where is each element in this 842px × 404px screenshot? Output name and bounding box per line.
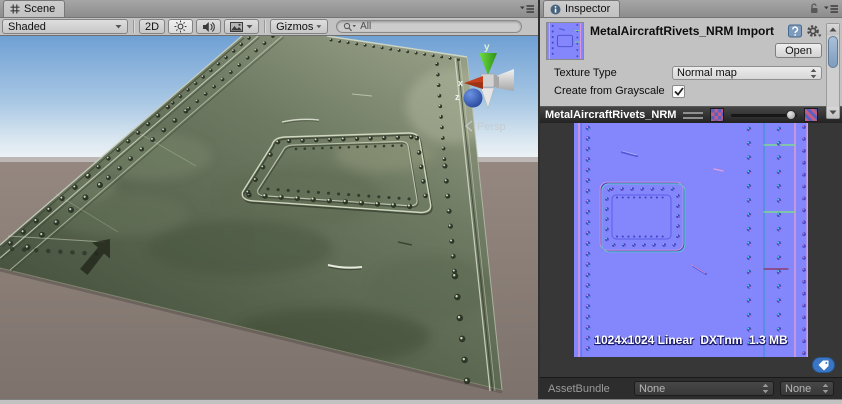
gizmos-dropdown[interactable]: Gizmos — [270, 19, 329, 34]
help-icon[interactable] — [788, 24, 802, 38]
import-settings-rows: Texture Type Normal map Create from Gray… — [540, 62, 842, 106]
asset-label-button[interactable] — [812, 357, 835, 373]
scene-3d-render: y x z Persp — [0, 36, 538, 399]
rgb-channels-icon[interactable] — [710, 108, 725, 122]
texture-type-value: Normal map — [677, 67, 737, 79]
scene-panel-menu-icon[interactable] — [520, 4, 534, 14]
grayscale-label: Create from Grayscale — [554, 85, 665, 97]
scrollbar-up-button[interactable] — [827, 24, 839, 35]
scene-panel: Scene Shaded 2D Gizmos All y x z Persp — [0, 0, 540, 399]
tag-icon — [818, 360, 829, 370]
grid-icon — [10, 4, 20, 14]
axis-z-label: z — [455, 92, 460, 102]
assetbundle-bar: AssetBundle None None — [540, 377, 842, 399]
arrow-up-icon — [829, 27, 837, 32]
toggle-2d-button[interactable]: 2D — [139, 19, 166, 34]
shading-mode-value: Shaded — [8, 20, 46, 33]
tab-inspector[interactable]: Inspector — [543, 0, 621, 17]
gear-icon[interactable] — [806, 24, 822, 38]
gizmos-label: Gizmos — [276, 20, 314, 33]
info-icon — [550, 4, 561, 14]
texture-info-text: 1024x1024 Linear DXTnm 1.3 MB — [594, 333, 788, 347]
image-icon — [230, 21, 244, 32]
scene-viewport[interactable]: y x z Persp — [0, 36, 538, 399]
projection-label[interactable]: Persp — [477, 121, 506, 133]
grayscale-checkbox[interactable] — [672, 84, 685, 98]
dropdown-caret-icon — [246, 25, 253, 29]
texture-type-dropdown[interactable]: Normal map — [672, 66, 822, 80]
texture-preview-area[interactable]: 1024x1024 Linear DXTnm 1.3 MB — [540, 123, 842, 377]
mip-slider-handle[interactable] — [785, 109, 796, 120]
updown-arrows-icon — [810, 68, 817, 78]
tab-scene[interactable]: Scene — [3, 0, 66, 17]
scrollbar-thumb[interactable] — [828, 36, 838, 68]
inspector-panel: Inspector MetalAircraftRivets_NRM Import… — [540, 0, 842, 399]
grayscale-row: Create from Grayscale — [554, 82, 822, 100]
scrollbar-track[interactable] — [827, 35, 839, 107]
search-icon — [343, 22, 357, 31]
texture-type-label: Texture Type — [554, 67, 617, 79]
window-bottom-edge — [0, 399, 842, 404]
check-icon — [673, 86, 684, 96]
toolbar-separator — [133, 20, 134, 33]
speaker-icon — [203, 21, 215, 32]
scene-audio-toggle[interactable] — [196, 19, 222, 34]
scene-search-field[interactable]: All — [336, 20, 523, 33]
normal-map-preview — [574, 123, 808, 357]
texture-thumbnail[interactable] — [546, 22, 584, 60]
assetbundle-dropdown[interactable]: None — [634, 381, 774, 396]
sun-icon — [174, 20, 187, 33]
inspector-body: MetalAircraftRivets_NRM Import Open Text… — [540, 18, 842, 399]
inspector-tabbar: Inspector — [540, 0, 842, 18]
updown-arrows-icon — [822, 383, 829, 394]
dropdown-caret-icon — [316, 25, 322, 29]
toolbar-separator — [264, 20, 266, 33]
shading-mode-dropdown[interactable]: Shaded — [2, 19, 128, 34]
updown-arrows-icon — [762, 383, 769, 394]
asset-title: MetalAircraftRivets_NRM Import — [590, 24, 775, 38]
scene-effects-dropdown[interactable] — [224, 19, 260, 34]
axis-z-cone[interactable] — [463, 88, 483, 108]
assetbundle-variant-dropdown[interactable]: None — [780, 381, 834, 396]
assetbundle-label: AssetBundle — [548, 382, 610, 395]
scrollbar-down-button[interactable] — [827, 107, 839, 118]
inspector-panel-menu-icon[interactable] — [824, 4, 838, 14]
axis-y-label: y — [484, 42, 490, 53]
mip-level-slider[interactable] — [731, 109, 798, 120]
scene-lighting-toggle[interactable] — [168, 19, 194, 34]
toggle-2d-label: 2D — [145, 20, 160, 33]
scene-toolbar: Shaded 2D Gizmos All — [0, 18, 538, 36]
texture-type-row: Texture Type Normal map — [554, 64, 822, 82]
axis-x-label: x — [458, 78, 463, 88]
lock-icon[interactable] — [809, 3, 819, 15]
tab-inspector-label: Inspector — [565, 3, 611, 15]
inspector-scrollbar[interactable] — [826, 23, 840, 119]
preview-header[interactable]: MetalAircraftRivets_NRM — [540, 106, 842, 123]
scene-search-value: All — [360, 21, 372, 32]
dropdown-caret-icon — [115, 25, 122, 29]
open-button[interactable]: Open — [775, 43, 822, 58]
preview-title: MetalAircraftRivets_NRM — [545, 109, 677, 121]
tab-scene-label: Scene — [24, 3, 56, 15]
editor-panels: Scene Shaded 2D Gizmos All y x z Persp I… — [0, 0, 842, 399]
import-settings-header: MetalAircraftRivets_NRM Import Open — [540, 18, 842, 62]
preview-resize-grip[interactable] — [683, 111, 704, 119]
alpha-checker-icon[interactable] — [804, 108, 819, 122]
arrow-down-icon — [829, 110, 837, 115]
scene-tabbar: Scene — [0, 0, 538, 18]
unity-editor-window: Scene Shaded 2D Gizmos All y x z Persp I… — [0, 0, 842, 404]
